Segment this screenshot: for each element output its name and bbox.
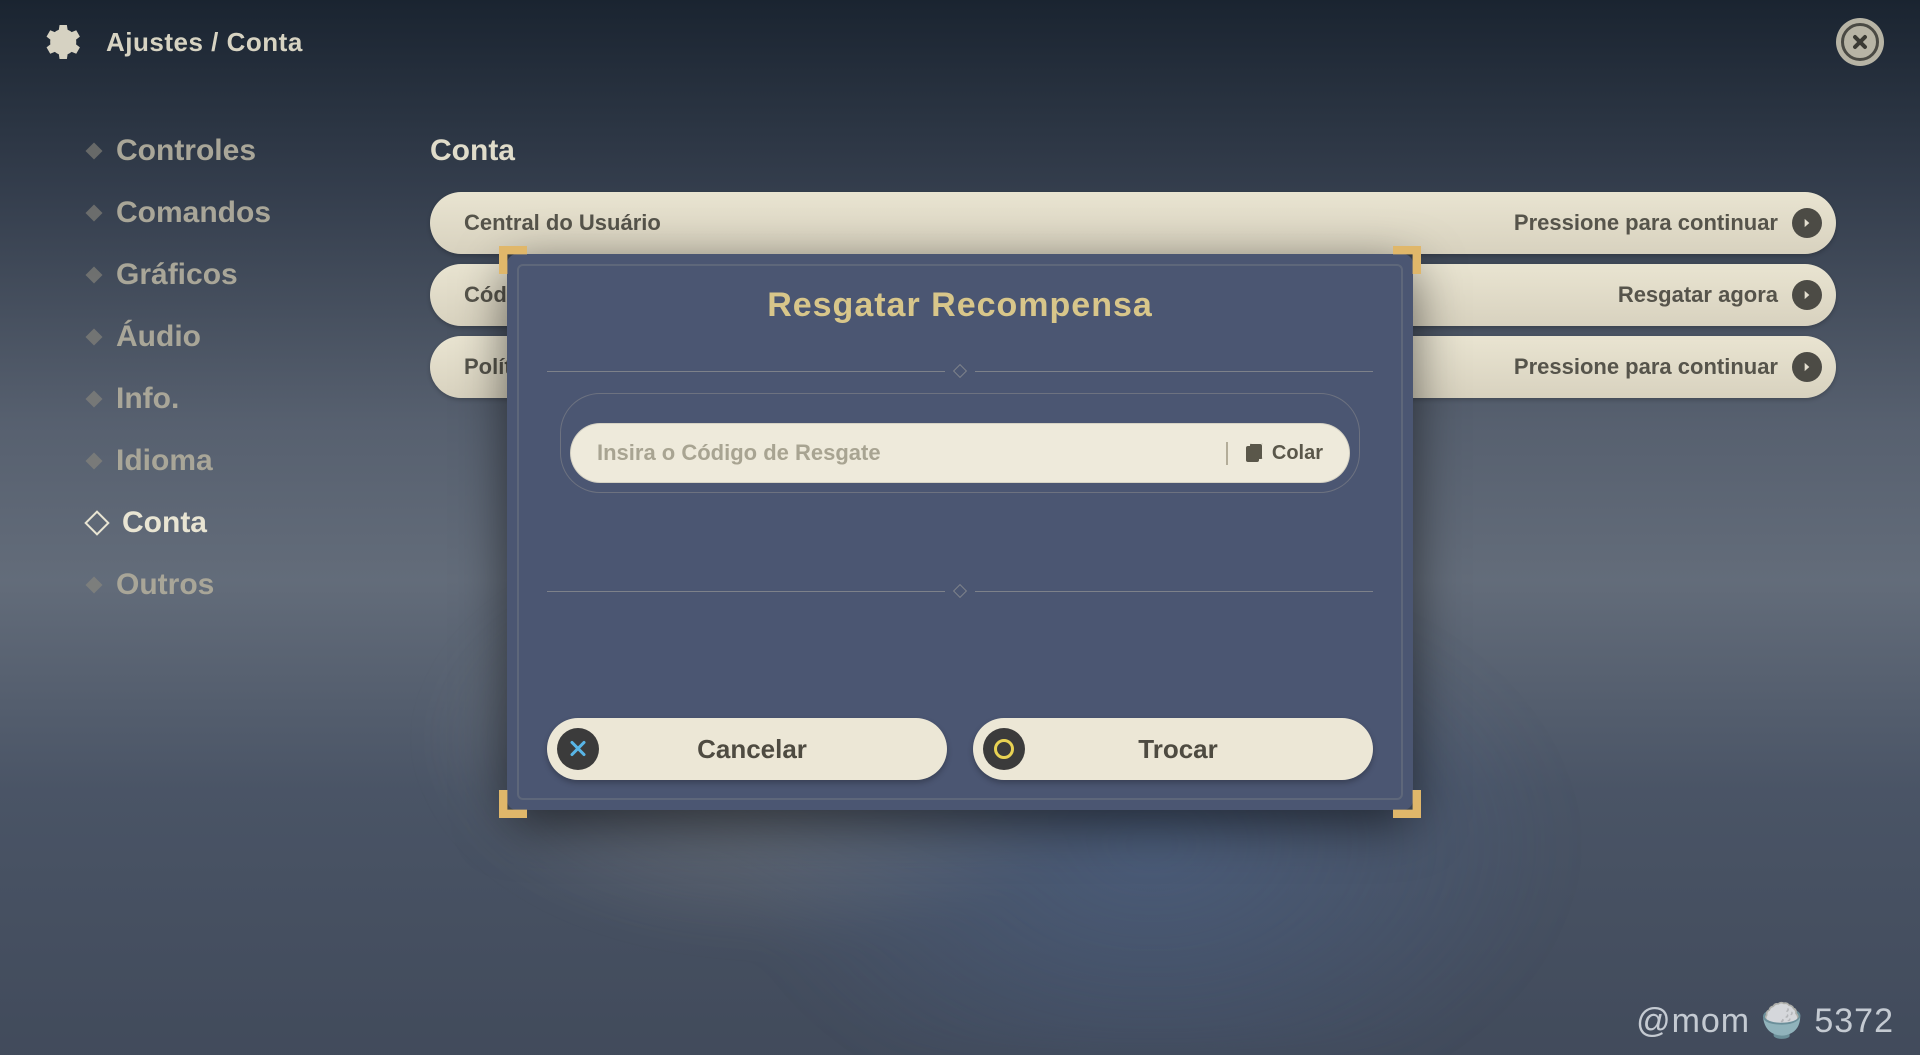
dialog-title: Resgatar Recompensa [767,286,1153,325]
confirm-button[interactable]: Trocar [973,718,1373,780]
cancel-label: Cancelar [557,734,947,765]
paste-icon [1246,443,1264,463]
watermark-text: @mom 🍚 5372 [1636,1001,1894,1041]
paste-label: Colar [1272,442,1323,465]
corner-ornament [1393,790,1421,818]
decorative-divider [547,579,1373,603]
dialog-buttons: Cancelar Trocar [547,718,1373,780]
corner-ornament [499,246,527,274]
cancel-button[interactable]: Cancelar [547,718,947,780]
redeem-dialog: Resgatar Recompensa Colar Cancelar Troca… [507,254,1413,810]
decorative-divider [547,359,1373,383]
code-field-frame: Colar [570,403,1350,483]
corner-ornament [499,790,527,818]
redeem-code-field: Colar [570,423,1350,483]
redeem-code-input[interactable] [597,440,1226,466]
confirm-label: Trocar [983,734,1373,765]
corner-ornament [1393,246,1421,274]
paste-button[interactable]: Colar [1226,442,1323,465]
